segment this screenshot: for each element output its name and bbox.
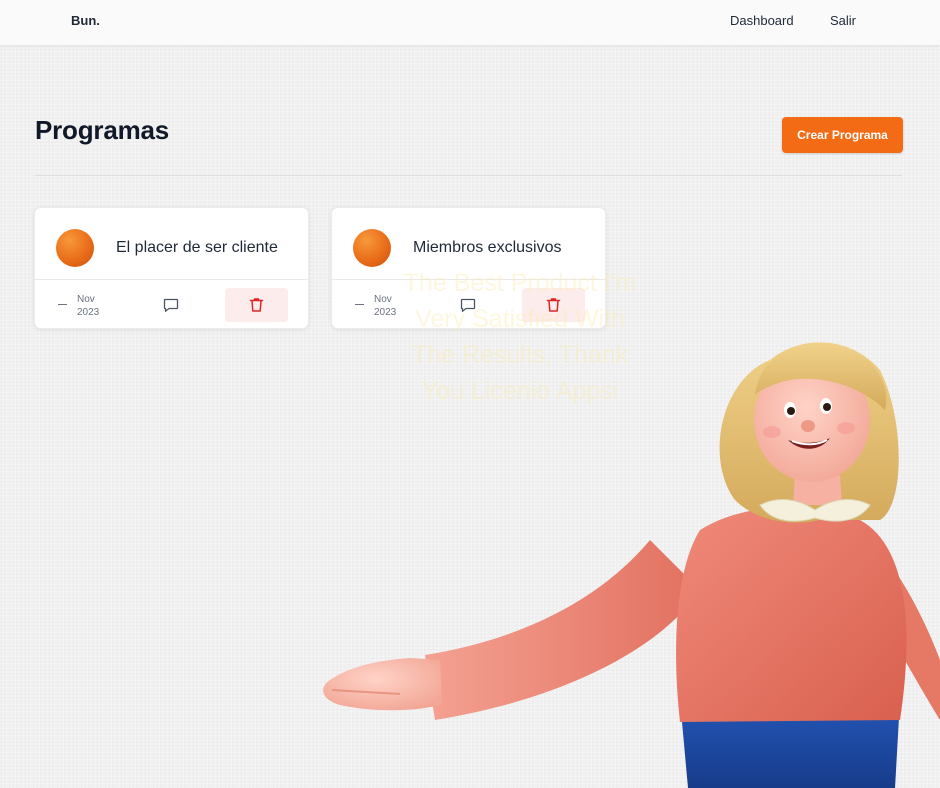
program-card-header: El placer de ser cliente: [35, 208, 308, 280]
program-card-footer: Nov 2023: [35, 281, 308, 329]
program-avatar: [353, 229, 391, 267]
comment-button[interactable]: [161, 295, 181, 315]
program-title[interactable]: Miembros exclusivos: [413, 239, 561, 257]
delete-button[interactable]: [225, 288, 288, 322]
dash-icon: [355, 304, 364, 305]
overlay-line: You Licenio Appsi: [421, 377, 619, 405]
brand-logo[interactable]: Bun.: [71, 13, 100, 28]
program-avatar: [56, 229, 94, 267]
dash-icon: [58, 304, 67, 305]
nav-logout-link[interactable]: Salir: [830, 13, 856, 28]
page-title: Programas: [35, 115, 170, 145]
divider: [35, 175, 902, 176]
overlay-line: The Best Product I'm: [403, 269, 637, 297]
nav-dashboard-link[interactable]: Dashboard: [730, 13, 794, 28]
program-date: Nov 2023: [77, 293, 99, 319]
program-card[interactable]: El placer de ser cliente Nov 2023: [34, 207, 309, 329]
trash-icon: [249, 298, 264, 312]
program-title[interactable]: El placer de ser cliente: [116, 239, 278, 257]
create-program-button[interactable]: Crear Programa: [782, 117, 903, 153]
overlay-line: Very Satisfied With: [415, 305, 625, 333]
comment-icon: [163, 298, 179, 312]
top-navbar: Bun. Dashboard Salir: [0, 0, 940, 46]
program-date-year: 2023: [77, 307, 100, 318]
program-date-month: Nov: [77, 294, 95, 305]
testimonial-overlay-text: The Best Product I'm Very Satisfied With…: [380, 265, 660, 409]
overlay-line: The Results, Thank: [411, 341, 629, 369]
